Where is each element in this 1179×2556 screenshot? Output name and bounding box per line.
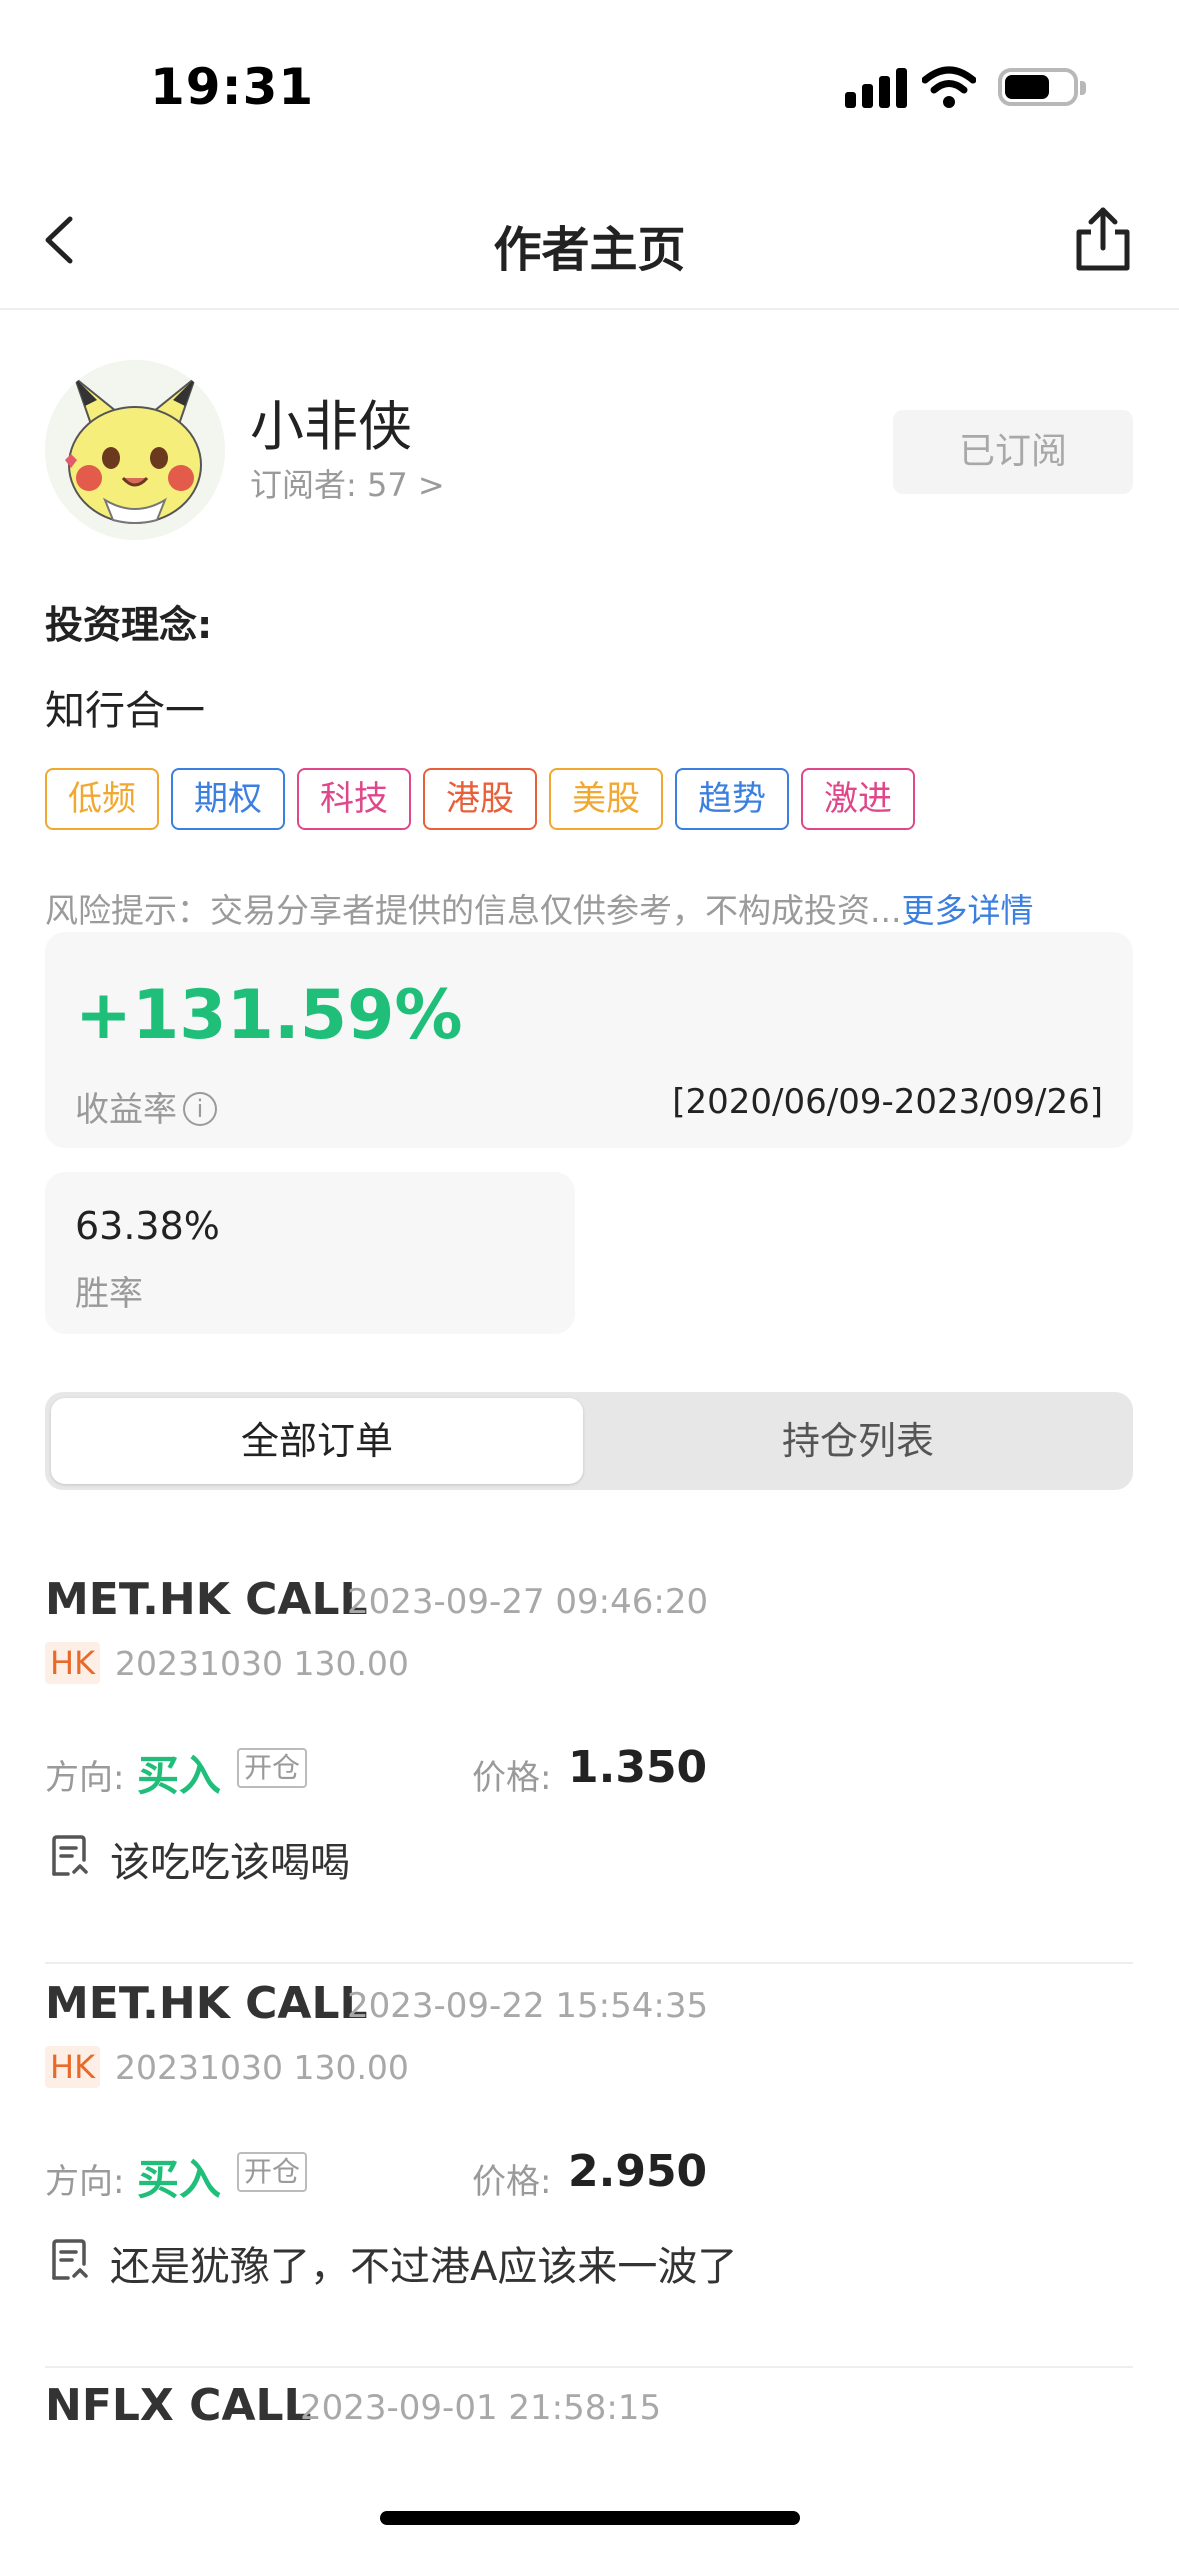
- order-contract: 20231030 130.00: [115, 1644, 409, 1683]
- divider: [45, 2366, 1133, 2368]
- direction-label: 方向:: [45, 1758, 125, 1798]
- price-value: 1.350: [568, 1742, 708, 1793]
- order-item[interactable]: MET.HK CALL 2023-09-22 15:54:35 HK 20231…: [0, 1978, 1179, 2382]
- note-icon: [52, 1835, 88, 1876]
- win-rate-card: 63.38% 胜率: [45, 1172, 575, 1334]
- price-value: 2.950: [568, 2146, 708, 2197]
- risk-notice: 风险提示：交易分享者提供的信息仅供参考，不构成投资...更多详情: [45, 884, 1033, 932]
- order-time: 2023-09-01 21:58:15: [300, 2388, 662, 2428]
- win-rate-value: 63.38%: [75, 1204, 220, 1248]
- market-badge: HK: [45, 1642, 101, 1684]
- direction-label: 方向:: [45, 2162, 125, 2202]
- order-item[interactable]: MET.HK CALL 2023-09-27 09:46:20 HK 20231…: [0, 1574, 1179, 1978]
- tab-positions[interactable]: 持仓列表: [589, 1398, 1127, 1484]
- order-time: 2023-09-27 09:46:20: [347, 1582, 709, 1622]
- subscriber-count[interactable]: 订阅者: 57 >: [250, 460, 445, 506]
- tag-low-frequency: 低频: [45, 768, 159, 830]
- return-label: 收益率 i: [75, 1082, 217, 1131]
- subscribed-button[interactable]: 已订阅: [893, 410, 1133, 494]
- cellular-signal-icon: [845, 68, 907, 108]
- tag-aggressive: 激进: [801, 768, 915, 830]
- order-tabs: 全部订单 持仓列表: [45, 1392, 1133, 1490]
- open-position-badge: 开仓: [237, 1748, 308, 1788]
- avatar[interactable]: [45, 360, 225, 540]
- order-symbol: MET.HK CALL: [45, 1574, 368, 1625]
- status-bar: 19:31: [0, 0, 1179, 170]
- tag-trend: 趋势: [675, 768, 789, 830]
- date-range: [2020/06/09-2023/09/26]: [672, 1082, 1103, 1122]
- wifi-icon: [922, 66, 976, 108]
- order-symbol: MET.HK CALL: [45, 1978, 368, 2029]
- tag-us-stocks: 美股: [549, 768, 663, 830]
- battery-icon: [998, 68, 1086, 106]
- order-note: 该吃吃该喝喝: [110, 1840, 350, 1886]
- tag-options: 期权: [171, 768, 285, 830]
- market-badge: HK: [45, 2046, 101, 2088]
- philosophy-label: 投资理念:: [45, 603, 213, 647]
- direction-value: 买入: [137, 2155, 222, 2204]
- order-item[interactable]: NFLX CALL 2023-09-01 21:58:15: [0, 2380, 1179, 2490]
- return-value: +131.59%: [75, 976, 463, 1055]
- order-note: 还是犹豫了，不过港A应该来一波了: [110, 2244, 738, 2290]
- more-details-link[interactable]: 更多详情: [901, 891, 1033, 930]
- return-card: +131.59% 收益率 i [2020/06/09-2023/09/26]: [45, 932, 1133, 1148]
- order-symbol: NFLX CALL: [45, 2380, 312, 2431]
- info-icon[interactable]: i: [183, 1091, 217, 1126]
- order-time: 2023-09-22 15:54:35: [347, 1986, 709, 2026]
- risk-notice-text: 风险提示：交易分享者提供的信息仅供参考，不构成投资...: [45, 891, 902, 930]
- direction-value: 买入: [137, 1751, 222, 1800]
- nav-header: 作者主页: [0, 170, 1179, 310]
- tab-all-orders[interactable]: 全部订单: [51, 1398, 583, 1484]
- price-label: 价格:: [472, 1758, 552, 1798]
- page-title: 作者主页: [493, 222, 686, 278]
- philosophy-text: 知行合一: [45, 688, 205, 734]
- tag-tech: 科技: [297, 768, 411, 830]
- price-label: 价格:: [472, 2162, 552, 2202]
- win-rate-label: 胜率: [75, 1274, 143, 1314]
- home-indicator: [380, 2511, 800, 2525]
- tag-hk-stocks: 港股: [423, 768, 537, 830]
- order-contract: 20231030 130.00: [115, 2048, 409, 2087]
- share-icon[interactable]: [1065, 202, 1141, 278]
- pikachu-avatar-image: [45, 360, 225, 540]
- note-icon: [52, 2239, 88, 2280]
- status-time: 19:31: [150, 58, 315, 116]
- return-label-text: 收益率: [75, 1090, 177, 1130]
- author-name: 小非侠: [250, 395, 412, 458]
- divider: [45, 1962, 1133, 1964]
- open-position-badge: 开仓: [237, 2152, 308, 2192]
- author-homepage: 19:31 作者主页 小非侠 订阅者: 57 > 已订阅 投资理念: 知行合一 …: [0, 0, 1179, 2556]
